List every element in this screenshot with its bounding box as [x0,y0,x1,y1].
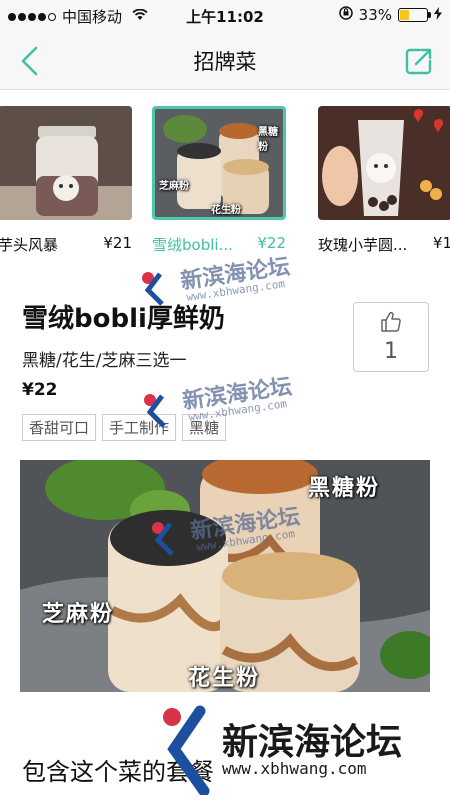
status-right: 33% [338,6,442,24]
carousel-meta-1: 芋头风暴 ¥21 [0,234,132,255]
hero-label-black-sugar: 黑糖粉 [308,476,381,501]
watermark-logo-small-1 [140,270,180,310]
dish-hero-image: 黑糖粉 芝麻粉 花生粉 [20,460,430,692]
share-icon [405,48,432,75]
carousel-card-3[interactable]: 玫瑰小芋圆... ¥1 [318,106,450,255]
watermark-large-name: 新滨海论坛 [222,722,403,763]
hero-label-peanut: 花生粉 [188,666,261,691]
carousel-price-3: ¥1 [432,234,450,252]
carousel-card-2[interactable]: 黑糖粉 芝麻粉 花生粉 雪绒bobli... ¥22 [152,106,286,255]
hero-label-sesame: 芝麻粉 [42,602,115,627]
watermark-logo-large: 新滨海论坛 www.xbhwang.com [160,705,450,795]
carousel-thumb-2: 黑糖粉 芝麻粉 花生粉 [152,106,286,220]
orientation-lock-icon [338,6,353,24]
status-bar: 中国移动 上午11:02 33% [0,0,450,30]
thumbs-up-icon [381,311,401,332]
carousel-name-3: 玫瑰小芋圆... [318,236,408,254]
site-logo-icon [163,705,210,795]
share-button[interactable] [402,44,436,78]
thumb-label-peanut: 花生粉 [211,205,241,216]
carousel-card-1[interactable]: 芋头风暴 ¥21 [0,106,132,255]
carousel-name-2: 雪绒bobli... [152,236,233,254]
tag-item: 香甜可口 [22,414,97,441]
like-button[interactable]: 1 [353,302,429,372]
watermark-logo-small-3 [150,520,190,560]
carousel-name-1: 芋头风暴 [0,236,59,254]
battery-percent: 33% [358,6,392,24]
nav-bar: 招牌菜 [0,30,450,90]
carousel-meta-3: 玫瑰小芋圆... ¥1 [318,234,450,255]
carousel-thumb-1 [0,106,132,220]
charging-icon [434,6,442,24]
dish-description: 黑糖/花生/芝麻三选一 [22,351,187,371]
dish-carousel[interactable]: 芋头风暴 ¥21 黑糖粉 芝麻粉 花生粉 雪绒bobli... ¥22 玫瑰小芋… [0,100,450,260]
thumb-label-black-sugar: 黑糖粉 [258,127,278,153]
dish-name: 雪绒bobli厚鲜奶 [22,304,225,334]
thumb-label-sesame: 芝麻粉 [159,181,189,192]
page-title: 招牌菜 [193,50,257,74]
watermark-large-url: www.xbhwang.com [222,759,367,778]
like-count: 1 [384,339,398,364]
carousel-price-1: ¥21 [103,234,132,252]
battery-icon [398,8,431,22]
carousel-thumb-3 [318,106,450,220]
watermark-logo-small-2 [142,392,182,432]
dish-price: ¥22 [22,380,58,400]
